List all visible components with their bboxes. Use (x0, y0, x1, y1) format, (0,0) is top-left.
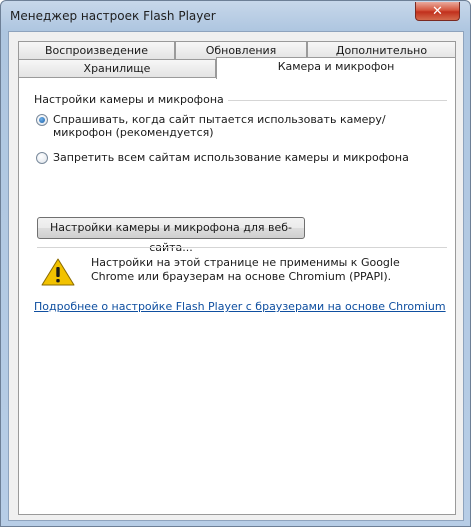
radio-label: Запретить всем сайтам использование каме… (53, 151, 409, 164)
warning-icon (41, 258, 75, 286)
tab-storage[interactable]: Хранилище (18, 59, 216, 77)
chromium-help-link[interactable]: Подробнее о настройке Flash Player с бра… (34, 300, 446, 313)
tab-label: Камера и микрофон (277, 60, 395, 73)
tab-playback[interactable]: Воспроизведение (18, 41, 175, 59)
radio-ask-permission[interactable]: Спрашивать, когда сайт пытается использо… (36, 113, 433, 139)
close-button[interactable]: ✕ (415, 2, 460, 21)
close-icon: ✕ (432, 3, 443, 18)
radio-checked-icon[interactable] (36, 114, 48, 126)
tab-label: Обновления (205, 44, 277, 57)
tab-panel-camera-microphone: Настройки камеры и микрофона Спрашивать,… (18, 77, 456, 515)
group-divider (207, 100, 447, 101)
title-bar[interactable]: Менеджер настроек Flash Player ✕ (1, 1, 470, 31)
tab-label: Воспроизведение (45, 44, 148, 57)
warning-text: Настройки на этой странице не применимы … (91, 256, 400, 283)
tab-label: Дополнительно (335, 44, 428, 57)
client-area: Воспроизведение Обновления Дополнительно… (8, 31, 464, 521)
tab-camera-microphone[interactable]: Камера и микрофон (216, 57, 456, 79)
radio-label: Спрашивать, когда сайт пытается использо… (53, 113, 386, 139)
tab-label: Хранилище (83, 62, 151, 75)
radio-block-all[interactable]: Запретить всем сайтам использование каме… (36, 151, 433, 164)
group-label: Настройки камеры и микрофона (34, 93, 228, 106)
radio-unchecked-icon[interactable] (36, 152, 48, 164)
window-title: Менеджер настроек Flash Player (10, 9, 216, 23)
flash-settings-window: Менеджер настроек Flash Player ✕ Воспрои… (0, 0, 471, 527)
site-camera-settings-button[interactable]: Настройки камеры и микрофона для веб-сай… (37, 217, 305, 254)
separator (37, 247, 447, 248)
